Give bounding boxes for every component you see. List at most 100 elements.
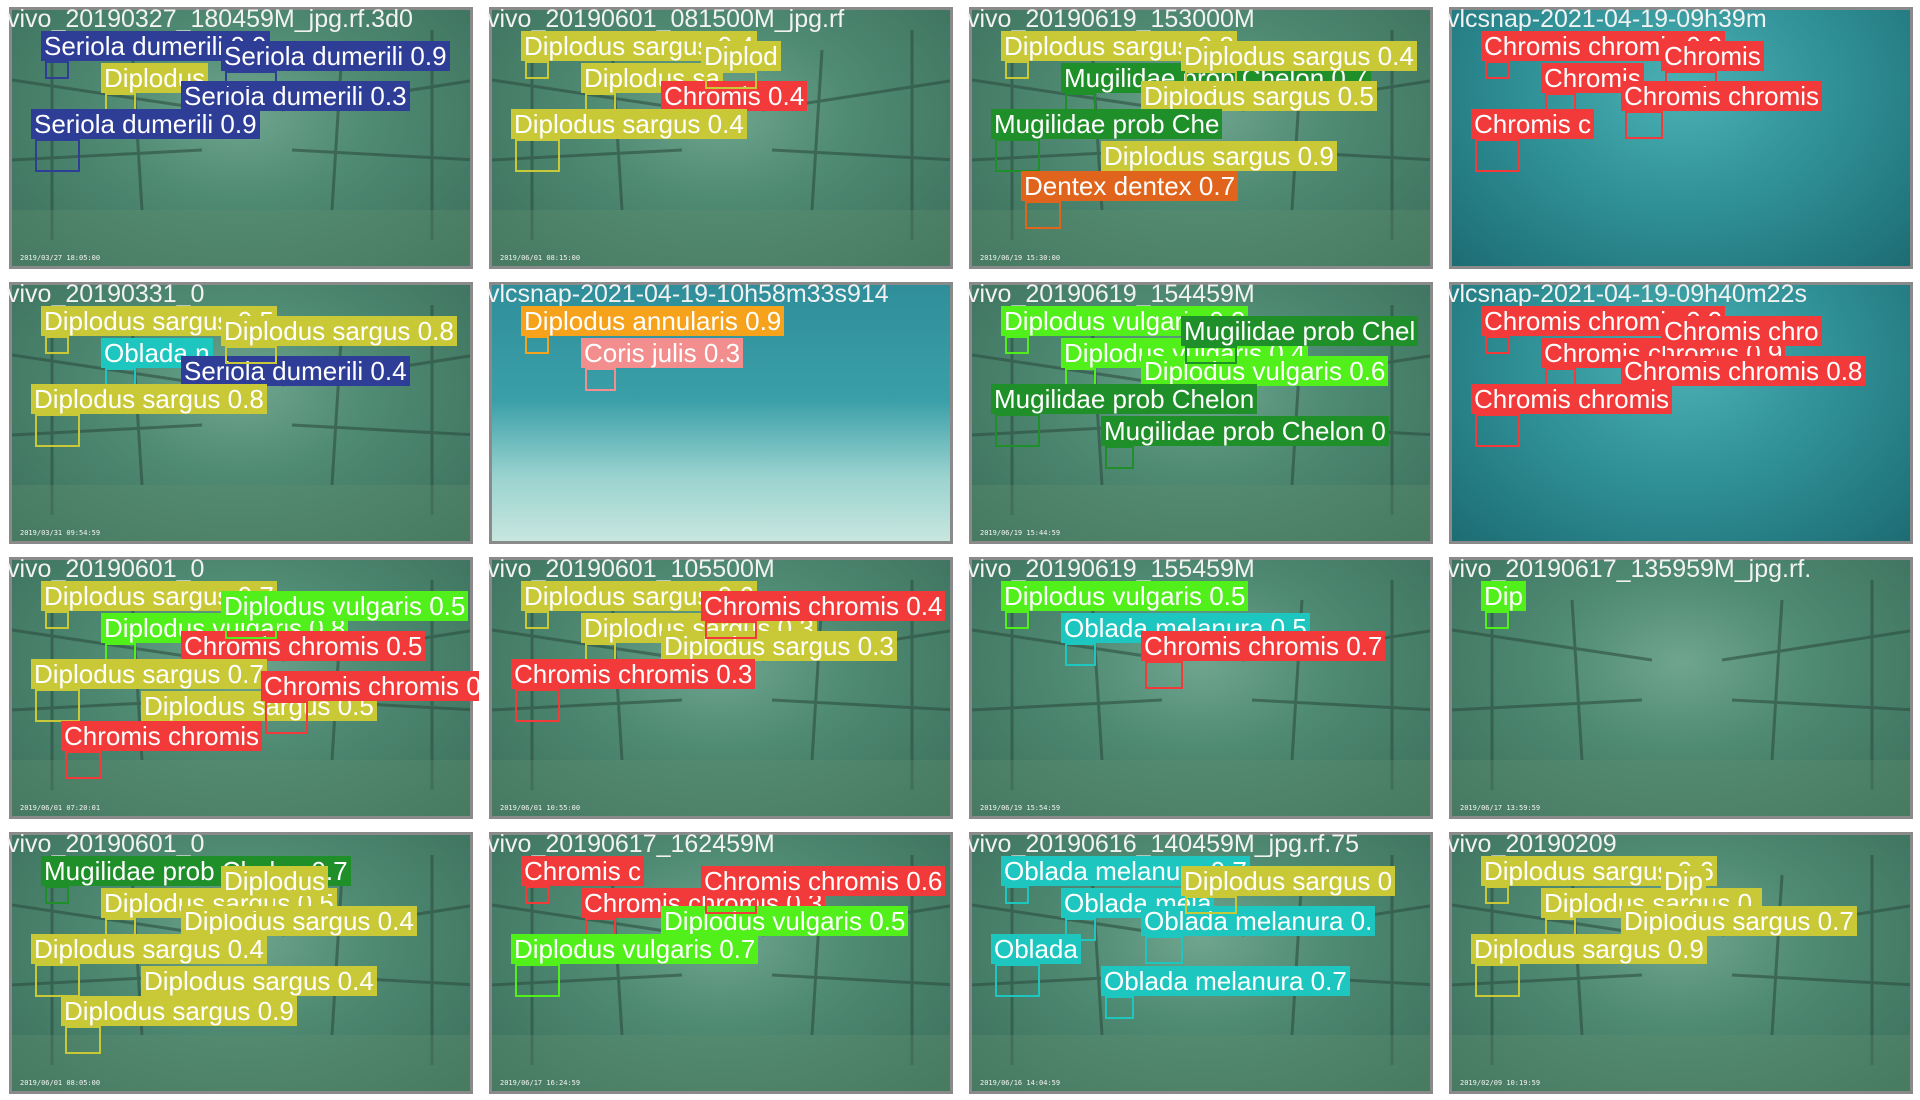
detection-box (265, 701, 308, 734)
timestamp: 2019/06/19 15:30:00 (980, 254, 1061, 262)
detection-label: Mugilidae prob Chelon (991, 384, 1258, 414)
detection-box (45, 336, 69, 354)
detection-box (45, 886, 69, 904)
detection-label: Diplodus sargus 0.4 (181, 906, 417, 936)
detection-label: Diplodus sargus 0.3 (661, 631, 897, 661)
detection-box (995, 139, 1040, 172)
detection-label: Diplodus vulgaris 0.5 (221, 591, 469, 621)
detection-box (35, 414, 80, 447)
detection-box (35, 689, 80, 722)
detection-label: Chromis chromis 0.8 (1621, 356, 1866, 386)
detection-box (1485, 336, 1509, 354)
detection-label: Seriola dumerili 0.3 (181, 81, 410, 111)
tile: 2019/06/01 08:05:00 vivo_20190601_0 Mugili… (0, 825, 480, 1100)
timestamp: 2019/03/31 09:54:59 (20, 529, 101, 537)
detection-box (1475, 964, 1520, 997)
detection-label: Oblada (991, 934, 1081, 964)
detection-label: Diplod (701, 41, 781, 71)
detection-box (1105, 996, 1134, 1019)
detection-label: Dip (1481, 581, 1527, 611)
detection-label: Oblada melanura 0. (1141, 906, 1376, 936)
tile: 2019/06/17 13:59:59 vivo_20190617_135959M… (1440, 550, 1920, 825)
timestamp: 2019/06/01 08:05:00 (20, 1079, 101, 1087)
image-filename: vivo_20190601_0 (7, 830, 205, 858)
detection-label: Seriola dumerili 0.9 (221, 41, 450, 71)
detection-box (1105, 446, 1134, 469)
detection-label: Diplodus sargus 0.7 (1621, 906, 1857, 936)
detection-box (1665, 71, 1717, 89)
detection-label: Chromis chromis 0.5 (181, 631, 426, 661)
image-filename: vivo_20190331_0 (7, 280, 205, 308)
detection-label: Oblada melanura 0.7 (1101, 966, 1350, 996)
detection-label: Mugilidae prob Che (991, 109, 1223, 139)
detection-box (1025, 201, 1061, 229)
detection-label: Chromis chromis 0.6 (701, 866, 946, 896)
detection-label: Chromis chromis (61, 721, 263, 751)
tile: vlcsnap-2021-04-19-09h39m Chromis chromis… (1440, 0, 1920, 275)
detection-label: Chromis chromis 0.7 (1141, 631, 1386, 661)
detection-box (225, 621, 277, 639)
tile: 2019/02/09 10:19:59 vivo_20190209 Diplodus… (1440, 825, 1920, 1100)
detection-box (1005, 611, 1029, 629)
detection-label: Diplodus sargus 0.8 (221, 316, 457, 346)
detection-label: Mugilidae prob Chelon 0 (1101, 416, 1389, 446)
detection-label: Diplodus sargus 0.4 (31, 934, 267, 964)
detection-box (65, 751, 101, 779)
timestamp: 2019/06/19 15:44:59 (980, 529, 1061, 537)
detection-box (995, 964, 1040, 997)
timestamp: 2019/06/01 10:55:00 (500, 804, 581, 812)
detection-label: Diplodus vulgaris 0.5 (661, 906, 909, 936)
detection-label: Diplodus sargus 0.4 (511, 109, 747, 139)
detection-box (1475, 414, 1520, 447)
detection-box (35, 964, 80, 997)
detection-box (705, 896, 757, 914)
detection-box (1185, 346, 1237, 364)
detection-box (1625, 111, 1663, 139)
detection-box (1185, 896, 1237, 914)
detection-box (525, 611, 549, 629)
tile: 2019/06/01 08:15:00 vivo_20190601_081500M… (480, 0, 960, 275)
detection-box (705, 71, 757, 89)
timestamp: 2019/06/16 14:04:59 (980, 1079, 1061, 1087)
detection-box (1665, 346, 1717, 364)
tile: 2019/06/19 15:54:59 vivo_20190619_155459M… (960, 550, 1440, 825)
detection-label: Diplodus sargus 0.8 (31, 384, 267, 414)
image-filename: vlcsnap-2021-04-19-09h40m22s (1447, 280, 1807, 308)
detection-label: Chromis chromis 0.4 (701, 591, 946, 621)
tile: 2019/03/27 18:05:00 vivo_20190327_180459M… (0, 0, 480, 275)
image-filename: vivo_20190601_0 (7, 555, 205, 583)
detection-label: Chromis chromis 0.8 (261, 671, 479, 701)
detection-label: Seriola dumerili 0.9 (31, 109, 260, 139)
detection-label: Diplodus vulgaris 0.6 (1141, 356, 1389, 386)
detection-box (1475, 139, 1520, 172)
detection-label: Chromis chro (1661, 316, 1822, 346)
detection-box (525, 886, 549, 904)
timestamp: 2019/06/01 08:15:00 (500, 254, 581, 262)
detection-box (1005, 886, 1029, 904)
timestamp: 2019/03/27 18:05:00 (20, 254, 101, 262)
tile: 2019/06/19 15:44:59 vivo_20190619_154459M… (960, 275, 1440, 550)
timestamp: 2019/06/17 16:24:59 (500, 1079, 581, 1087)
detection-label: Mugilidae prob Chel (1181, 316, 1419, 346)
tile: 2019/06/19 15:30:00 vivo_20190619_153000M… (960, 0, 1440, 275)
detection-label: Dentex dentex 0.7 (1021, 171, 1239, 201)
detection-box (1485, 611, 1509, 629)
detection-label: Dip (1661, 866, 1707, 896)
detection-box (1005, 336, 1029, 354)
image-filename: vivo_20190619_154459M (967, 280, 1255, 308)
detection-label: Chromis (1661, 41, 1764, 71)
detection-box (1185, 71, 1237, 89)
image-filename: vivo_20190327_180459M_jpg.rf.3d0 (7, 5, 413, 33)
image-filename: vivo_20190209 (1447, 830, 1617, 858)
detection-box (1065, 643, 1096, 666)
detection-box (225, 346, 277, 364)
tile: 2019/06/17 16:24:59 vivo_20190617_162459M… (480, 825, 960, 1100)
detection-box (45, 61, 69, 79)
detection-label: Chromis c (521, 856, 645, 886)
detection-box (45, 611, 69, 629)
detection-box (225, 71, 277, 89)
detection-label: Diplodus sargus 0.7 (31, 659, 267, 689)
detection-label: Chromis chromis (1621, 81, 1823, 111)
image-filename: vivo_20190616_140459M_jpg.rf.75 (967, 830, 1359, 858)
detection-box (585, 368, 616, 391)
